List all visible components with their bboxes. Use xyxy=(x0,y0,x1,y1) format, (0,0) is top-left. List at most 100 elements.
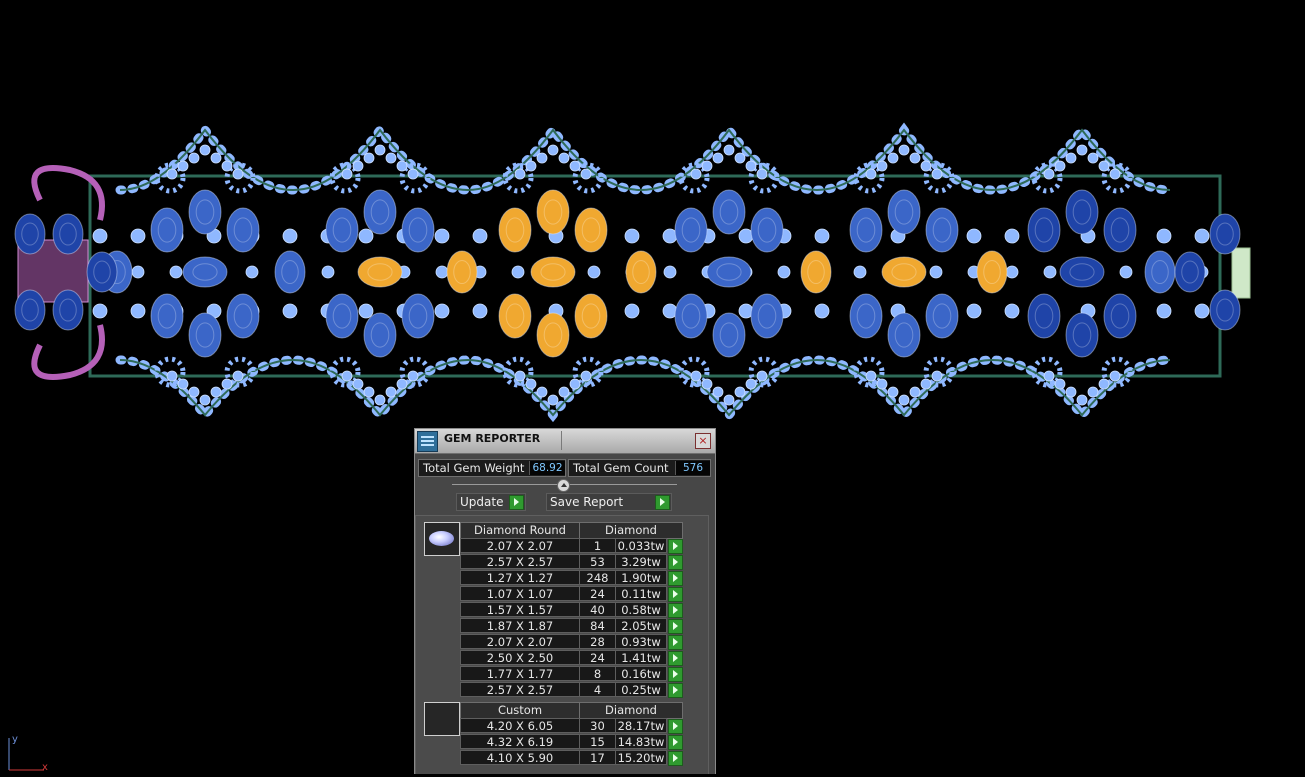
panel-titlebar[interactable]: GEM REPORTER × xyxy=(415,429,715,454)
gem-size-cell: 1.07 X 1.07 xyxy=(460,586,580,601)
round-diamond xyxy=(232,370,244,382)
round-diamond xyxy=(221,378,233,390)
gem-list[interactable]: Diamond Round Diamond 2.07 X 2.07 1 0.033tw 2… xyxy=(415,515,709,774)
round-diamond xyxy=(745,160,757,172)
oval-stone xyxy=(226,207,260,253)
round-diamond xyxy=(569,378,581,390)
round-diamond xyxy=(734,386,746,398)
round-diamond xyxy=(177,160,189,172)
round-diamond xyxy=(374,394,386,406)
connector-stone xyxy=(800,250,832,294)
gem-group-thumbnail[interactable] xyxy=(424,702,460,736)
save-report-button-label: Save Report xyxy=(550,495,624,509)
gem-size-cell: 1.77 X 1.77 xyxy=(460,666,580,681)
gem-row[interactable]: 2.07 X 2.07 28 0.93tw xyxy=(460,634,683,650)
center-oval-stone xyxy=(530,256,576,288)
gem-size-cell: 2.57 X 2.57 xyxy=(460,554,580,569)
select-gems-play-icon[interactable] xyxy=(668,619,683,634)
gem-count-cell: 84 xyxy=(579,618,616,633)
gem-row[interactable]: 2.50 X 2.50 24 1.41tw xyxy=(460,650,683,666)
round-diamond xyxy=(898,394,910,406)
round-diamond xyxy=(166,168,178,180)
round-diamond xyxy=(756,168,768,180)
select-gems-play-icon[interactable] xyxy=(668,603,683,618)
gem-row[interactable]: 1.57 X 1.57 40 0.58tw xyxy=(460,602,683,618)
select-gems-play-icon[interactable] xyxy=(668,555,683,570)
round-diamond xyxy=(525,378,537,390)
oval-stone xyxy=(750,207,784,253)
end-stone xyxy=(52,289,84,331)
select-gems-play-icon[interactable] xyxy=(668,667,683,682)
select-gems-play-icon[interactable] xyxy=(668,751,683,766)
collapse-toggle-icon[interactable] xyxy=(557,479,570,492)
oval-stone xyxy=(849,293,883,339)
round-diamond xyxy=(580,168,592,180)
gem-weight-cell: 15.20tw xyxy=(615,750,667,765)
save-report-button[interactable]: Save Report xyxy=(546,493,672,511)
gem-row[interactable]: 1.87 X 1.87 84 2.05tw xyxy=(460,618,683,634)
select-gems-play-icon[interactable] xyxy=(668,719,683,734)
gem-row[interactable]: 1.77 X 1.77 8 0.16tw xyxy=(460,666,683,682)
select-gems-play-icon[interactable] xyxy=(668,539,683,554)
oval-stone xyxy=(574,293,608,339)
gem-count-cell: 15 xyxy=(579,734,616,749)
oval-stone xyxy=(150,293,184,339)
round-diamond xyxy=(514,370,526,382)
gem-row[interactable]: 2.57 X 2.57 53 3.29tw xyxy=(460,554,683,570)
gem-weight-cell: 1.90tw xyxy=(615,570,667,585)
update-button[interactable]: Update xyxy=(456,493,526,511)
oval-stone xyxy=(1103,293,1137,339)
round-diamond xyxy=(1156,228,1172,244)
gem-row[interactable]: 4.20 X 6.05 30 28.17tw xyxy=(460,718,683,734)
gem-size-cell: 2.07 X 2.07 xyxy=(460,634,580,649)
gem-row[interactable]: 2.57 X 2.57 4 0.25tw xyxy=(460,682,683,698)
end-stone xyxy=(14,213,46,255)
center-oval-stone xyxy=(881,256,927,288)
connector-stone xyxy=(1144,250,1176,294)
save-report-play-icon[interactable] xyxy=(655,495,670,510)
gem-weight-cell: 0.58tw xyxy=(615,602,667,617)
gem-row[interactable]: 4.32 X 6.19 15 14.83tw xyxy=(460,734,683,750)
round-diamond xyxy=(920,160,932,172)
oval-stone xyxy=(674,293,708,339)
gem-count-cell: 8 xyxy=(579,666,616,681)
gem-weight-cell: 0.033tw xyxy=(615,538,667,553)
round-diamond xyxy=(396,378,408,390)
round-diamond xyxy=(712,386,724,398)
connector-stone xyxy=(274,250,306,294)
gem-row[interactable]: 1.07 X 1.07 24 0.11tw xyxy=(460,586,683,602)
round-diamond xyxy=(624,303,640,319)
round-diamond xyxy=(814,228,830,244)
round-diamond xyxy=(1065,386,1077,398)
oval-stone xyxy=(498,293,532,339)
select-gems-play-icon[interactable] xyxy=(668,735,683,750)
gem-row[interactable]: 4.10 X 5.90 17 15.20tw xyxy=(460,750,683,766)
group-material-header: Diamond xyxy=(579,522,683,539)
oval-stone xyxy=(1065,312,1099,358)
round-diamond xyxy=(865,370,877,382)
gem-reporter-panel: GEM REPORTER × Total Gem Weight 68.92 To… xyxy=(414,428,716,774)
close-icon[interactable]: × xyxy=(695,433,711,449)
gem-size-cell: 2.57 X 2.57 xyxy=(460,682,580,697)
total-gem-count-value: 576 xyxy=(675,461,710,475)
select-gems-play-icon[interactable] xyxy=(668,635,683,650)
select-gems-play-icon[interactable] xyxy=(668,587,683,602)
gem-weight-cell: 0.16tw xyxy=(615,666,667,681)
round-diamond xyxy=(966,303,982,319)
round-diamond xyxy=(396,160,408,172)
gem-row[interactable]: 1.27 X 1.27 248 1.90tw xyxy=(460,570,683,586)
gem-count-cell: 1 xyxy=(579,538,616,553)
update-play-icon[interactable] xyxy=(509,495,524,510)
round-diamond xyxy=(352,378,364,390)
select-gems-play-icon[interactable] xyxy=(668,683,683,698)
round-diamond xyxy=(1098,378,1110,390)
round-diamond xyxy=(865,168,877,180)
select-gems-play-icon[interactable] xyxy=(668,571,683,586)
gem-weight-cell: 0.93tw xyxy=(615,634,667,649)
gem-row[interactable]: 2.07 X 2.07 1 0.033tw xyxy=(460,538,683,554)
round-diamond xyxy=(814,303,830,319)
connector-stone xyxy=(446,250,478,294)
round-diamond xyxy=(341,168,353,180)
select-gems-play-icon[interactable] xyxy=(668,651,683,666)
gem-group-thumbnail[interactable] xyxy=(424,522,460,556)
